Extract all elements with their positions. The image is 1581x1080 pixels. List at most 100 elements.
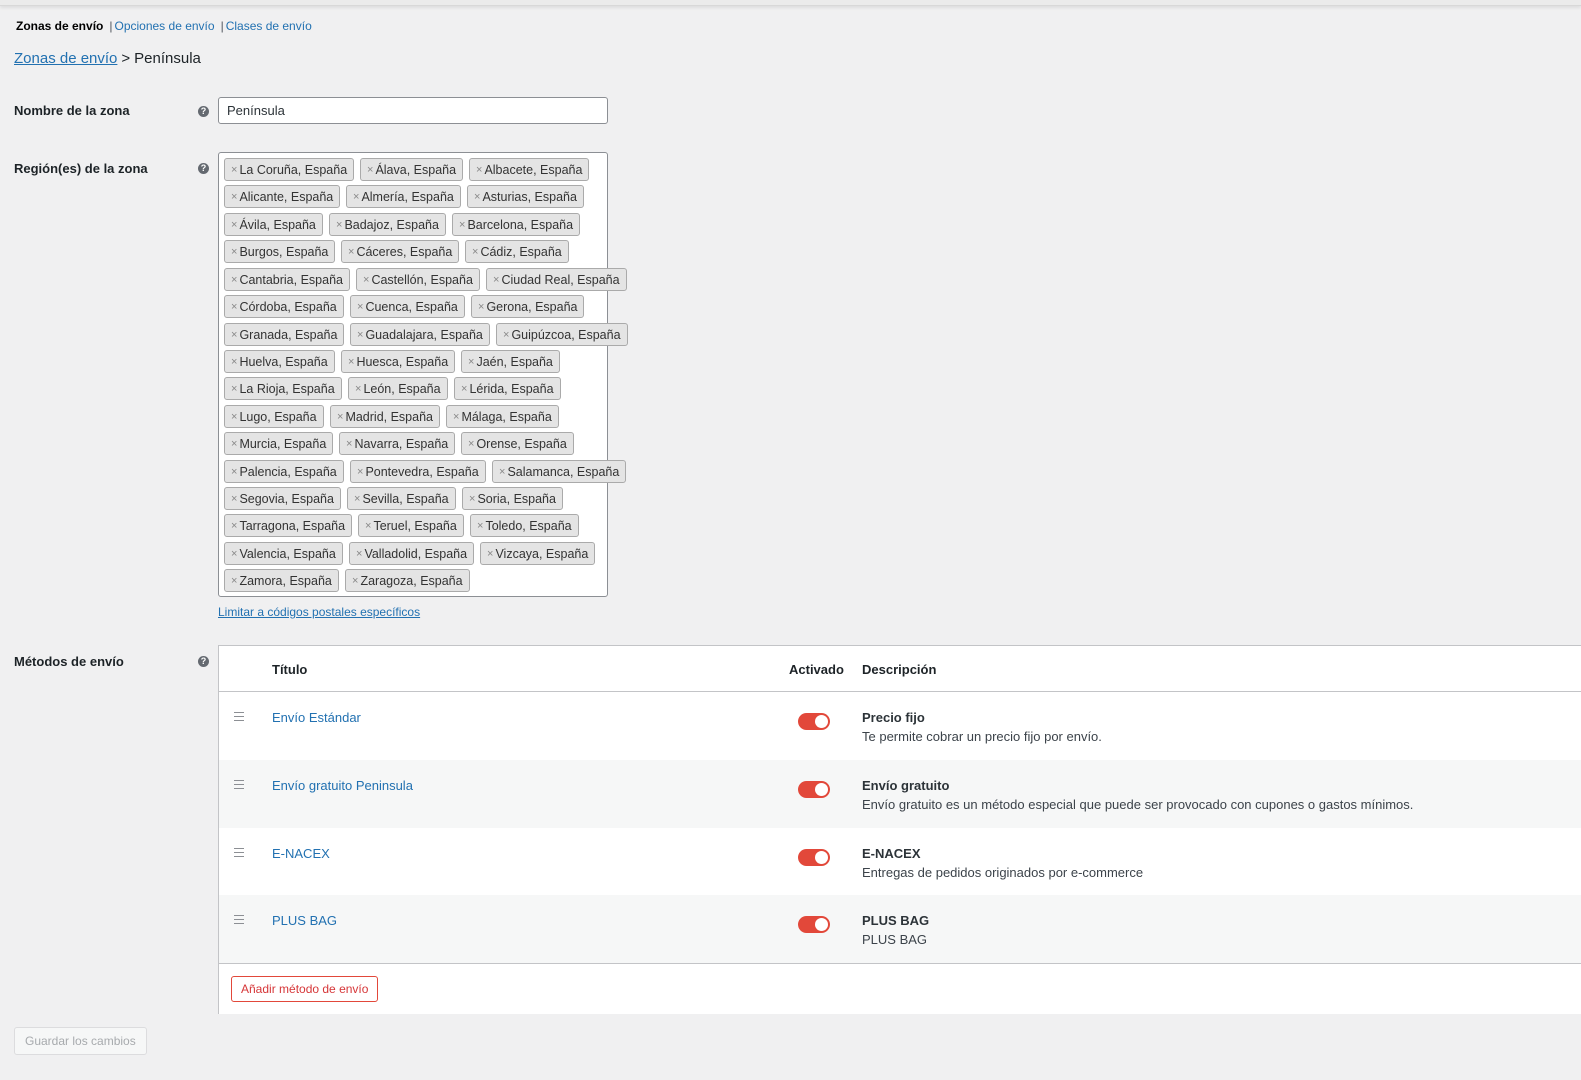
- method-enabled-toggle[interactable]: [798, 713, 830, 730]
- remove-tag-icon[interactable]: ×: [363, 274, 369, 286]
- remove-tag-icon[interactable]: ×: [231, 274, 237, 286]
- remove-tag-icon[interactable]: ×: [337, 411, 343, 423]
- region-tag[interactable]: × Cáceres, España: [341, 240, 460, 263]
- tab-shipping-options[interactable]: Opciones de envío: [114, 19, 214, 33]
- remove-tag-icon[interactable]: ×: [503, 329, 509, 341]
- region-tag[interactable]: × León, España: [348, 377, 448, 400]
- drag-handle-icon[interactable]: [234, 848, 244, 857]
- region-tag[interactable]: × Toledo, España: [470, 514, 579, 537]
- remove-tag-icon[interactable]: ×: [348, 356, 354, 368]
- region-tag[interactable]: × Almería, España: [346, 185, 461, 208]
- remove-tag-icon[interactable]: ×: [453, 411, 459, 423]
- region-tag[interactable]: × Guadalajara, España: [350, 323, 490, 346]
- remove-tag-icon[interactable]: ×: [231, 164, 237, 176]
- region-tag[interactable]: × Lugo, España: [224, 405, 324, 428]
- breadcrumb-zones-link[interactable]: Zonas de envío: [14, 50, 117, 67]
- region-tag[interactable]: × Madrid, España: [330, 405, 440, 428]
- region-tag[interactable]: × Álava, España: [360, 158, 464, 181]
- zone-regions-select[interactable]: × La Coruña, España × Álava, España × Albacet…: [218, 152, 628, 597]
- method-enabled-toggle[interactable]: [798, 781, 830, 798]
- remove-tag-icon[interactable]: ×: [352, 575, 358, 587]
- remove-tag-icon[interactable]: ×: [231, 329, 237, 341]
- region-tag[interactable]: × Vizcaya, España: [480, 542, 596, 565]
- remove-tag-icon[interactable]: ×: [231, 520, 237, 532]
- region-tag[interactable]: × Valladolid, España: [349, 542, 475, 565]
- region-tag[interactable]: × La Coruña, España: [224, 158, 355, 181]
- remove-tag-icon[interactable]: ×: [472, 246, 478, 258]
- region-tag[interactable]: × Sevilla, España: [347, 487, 456, 510]
- remove-tag-icon[interactable]: ×: [478, 301, 484, 313]
- remove-tag-icon[interactable]: ×: [231, 575, 237, 587]
- region-tag[interactable]: × Zamora, España: [224, 569, 339, 592]
- remove-tag-icon[interactable]: ×: [231, 493, 237, 505]
- region-tag[interactable]: × Alicante, España: [224, 185, 341, 208]
- remove-tag-icon[interactable]: ×: [487, 548, 493, 560]
- region-tag[interactable]: × Ciudad Real, España: [486, 268, 627, 291]
- region-tag[interactable]: × Murcia, España: [224, 432, 334, 455]
- limit-postcodes-link[interactable]: Limitar a códigos postales específicos: [218, 605, 420, 619]
- region-tag[interactable]: × Gerona, España: [471, 295, 585, 318]
- region-tag[interactable]: × Tarragona, España: [224, 514, 353, 537]
- remove-tag-icon[interactable]: ×: [477, 520, 483, 532]
- tab-shipping-zones[interactable]: Zonas de envío: [16, 19, 103, 33]
- method-title-link[interactable]: E-NACEX: [272, 846, 330, 861]
- region-tag[interactable]: × Cantabria, España: [224, 268, 350, 291]
- remove-tag-icon[interactable]: ×: [231, 191, 237, 203]
- region-tag[interactable]: × Granada, España: [224, 323, 345, 346]
- method-title-link[interactable]: Envío gratuito Peninsula: [272, 778, 413, 793]
- region-tag[interactable]: × Salamanca, España: [492, 460, 627, 483]
- help-icon[interactable]: ?: [198, 163, 209, 174]
- save-changes-button[interactable]: Guardar los cambios: [14, 1027, 147, 1055]
- remove-tag-icon[interactable]: ×: [461, 383, 467, 395]
- region-tag[interactable]: × Guipúzcoa, España: [496, 323, 628, 346]
- region-tag[interactable]: × Segovia, España: [224, 487, 341, 510]
- remove-tag-icon[interactable]: ×: [499, 466, 505, 478]
- remove-tag-icon[interactable]: ×: [476, 164, 482, 176]
- remove-tag-icon[interactable]: ×: [231, 383, 237, 395]
- remove-tag-icon[interactable]: ×: [367, 164, 373, 176]
- region-tag[interactable]: × Málaga, España: [446, 405, 559, 428]
- remove-tag-icon[interactable]: ×: [354, 493, 360, 505]
- remove-tag-icon[interactable]: ×: [231, 246, 237, 258]
- remove-tag-icon[interactable]: ×: [231, 356, 237, 368]
- region-tag[interactable]: × Pontevedra, España: [350, 460, 486, 483]
- region-tag[interactable]: × Navarra, España: [339, 432, 456, 455]
- remove-tag-icon[interactable]: ×: [346, 438, 352, 450]
- region-tag[interactable]: × Orense, España: [461, 432, 574, 455]
- region-tag[interactable]: × Castellón, España: [356, 268, 480, 291]
- region-tag[interactable]: × Burgos, España: [224, 240, 336, 263]
- remove-tag-icon[interactable]: ×: [468, 438, 474, 450]
- tab-shipping-classes[interactable]: Clases de envío: [226, 19, 312, 33]
- region-tag[interactable]: × Albacete, España: [469, 158, 590, 181]
- region-tag[interactable]: × Lérida, España: [454, 377, 561, 400]
- remove-tag-icon[interactable]: ×: [357, 466, 363, 478]
- region-tag[interactable]: × Cádiz, España: [465, 240, 569, 263]
- remove-tag-icon[interactable]: ×: [336, 219, 342, 231]
- remove-tag-icon[interactable]: ×: [231, 438, 237, 450]
- region-tag[interactable]: × Ávila, España: [224, 213, 323, 236]
- region-tag[interactable]: × Barcelona, España: [452, 213, 581, 236]
- help-icon[interactable]: ?: [198, 106, 209, 117]
- remove-tag-icon[interactable]: ×: [355, 383, 361, 395]
- remove-tag-icon[interactable]: ×: [468, 356, 474, 368]
- remove-tag-icon[interactable]: ×: [474, 191, 480, 203]
- remove-tag-icon[interactable]: ×: [459, 219, 465, 231]
- remove-tag-icon[interactable]: ×: [231, 219, 237, 231]
- remove-tag-icon[interactable]: ×: [348, 246, 354, 258]
- region-tag[interactable]: × Jaén, España: [461, 350, 560, 373]
- region-tag[interactable]: × La Rioja, España: [224, 377, 342, 400]
- remove-tag-icon[interactable]: ×: [231, 301, 237, 313]
- region-tag[interactable]: × Huesca, España: [341, 350, 456, 373]
- remove-tag-icon[interactable]: ×: [231, 548, 237, 560]
- region-tag[interactable]: × Badajoz, España: [329, 213, 446, 236]
- remove-tag-icon[interactable]: ×: [231, 411, 237, 423]
- region-tag[interactable]: × Teruel, España: [358, 514, 464, 537]
- remove-tag-icon[interactable]: ×: [357, 329, 363, 341]
- remove-tag-icon[interactable]: ×: [356, 548, 362, 560]
- drag-handle-icon[interactable]: [234, 915, 244, 924]
- region-tag[interactable]: × Córdoba, España: [224, 295, 344, 318]
- region-tag[interactable]: × Huelva, España: [224, 350, 335, 373]
- region-tag[interactable]: × Zaragoza, España: [345, 569, 470, 592]
- help-icon[interactable]: ?: [198, 656, 209, 667]
- zone-name-input[interactable]: Península: [218, 97, 608, 124]
